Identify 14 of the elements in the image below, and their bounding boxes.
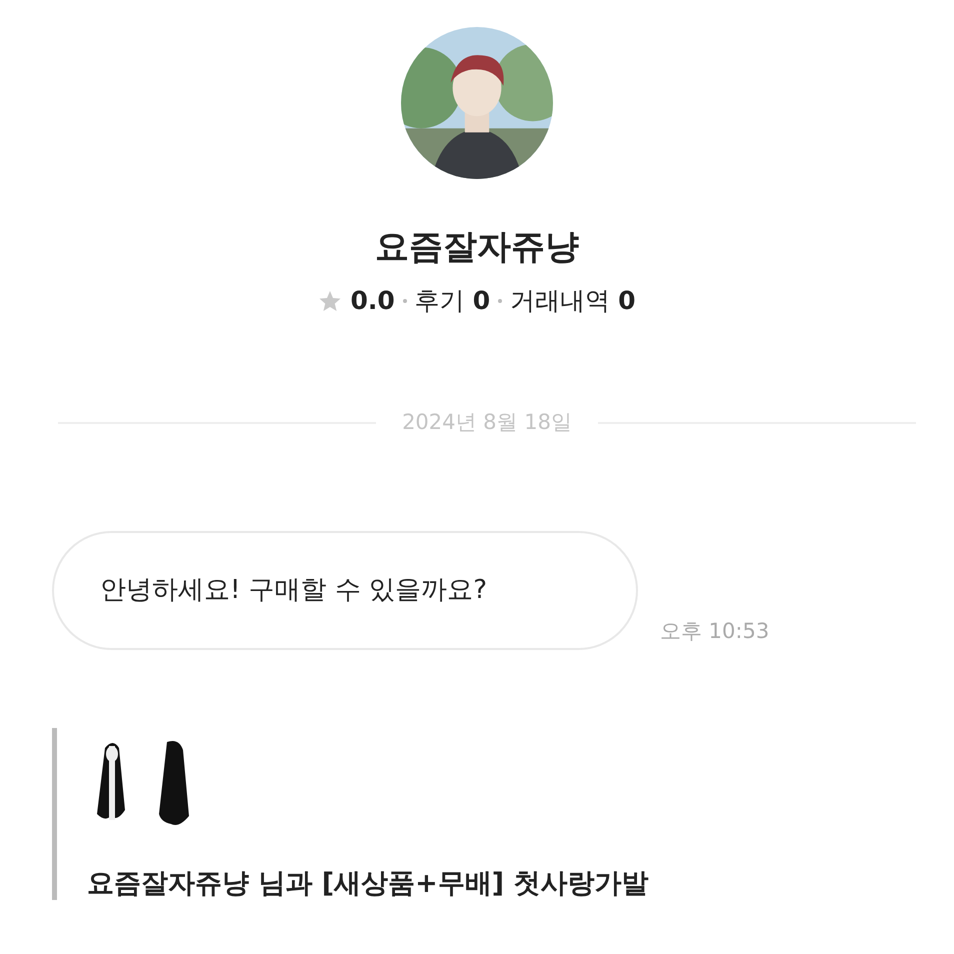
user-name: 요즘잘자쥬냥: [375, 227, 579, 268]
rating-value: 0.0: [350, 284, 395, 317]
trade-history-label: 거래내역: [510, 284, 610, 317]
separator-dot: [498, 298, 502, 303]
separator-dot: [402, 298, 407, 303]
product-title: 요즘잘자쥬냥 님과 [새상품+무배] 첫사랑가발: [87, 868, 650, 900]
message-bubble: 안녕하세요! 구매할 수 있을까요?: [52, 530, 638, 650]
star-icon: [318, 288, 342, 313]
review-count: 0: [472, 284, 490, 317]
review-label: 후기: [414, 284, 465, 317]
date-divider: 2024년 8월 18일: [401, 409, 573, 436]
product-card[interactable]: 요즘잘자쥬냥 님과 [새상품+무배] 첫사랑가발: [52, 728, 954, 900]
trade-count: 0: [618, 284, 636, 317]
message-time: 오후 10:53: [660, 618, 770, 646]
